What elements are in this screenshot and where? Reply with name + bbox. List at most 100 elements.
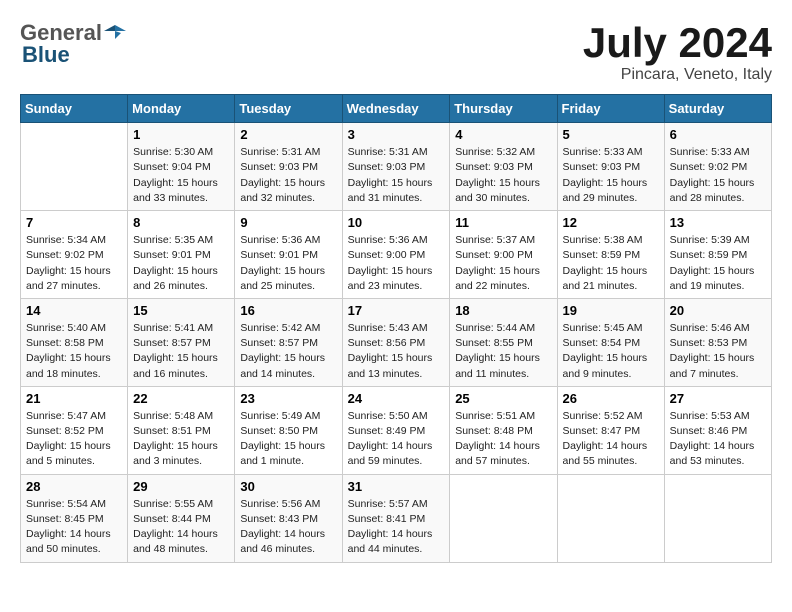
calendar-cell: 30 Sunrise: 5:56 AM Sunset: 8:43 PM Dayli… [235, 474, 342, 562]
cell-date-number: 5 [563, 127, 659, 142]
cell-sun-info: Sunrise: 5:57 AM Sunset: 8:41 PM Dayligh… [348, 497, 445, 558]
calendar-table: SundayMondayTuesdayWednesdayThursdayFrid… [20, 94, 772, 562]
calendar-cell: 3 Sunrise: 5:31 AM Sunset: 9:03 PM Daylig… [342, 123, 450, 211]
cell-date-number: 15 [133, 303, 229, 318]
cell-sun-info: Sunrise: 5:32 AM Sunset: 9:03 PM Dayligh… [455, 145, 551, 206]
cell-date-number: 28 [26, 479, 122, 494]
cell-date-number: 2 [240, 127, 336, 142]
calendar-cell: 8Sunrise: 5:35 AM Sunset: 9:01 PM Daylig… [128, 211, 235, 299]
cell-sun-info: Sunrise: 5:48 AM Sunset: 8:51 PM Dayligh… [133, 409, 229, 470]
cell-date-number: 20 [670, 303, 766, 318]
calendar-cell: 6Sunrise: 5:33 AM Sunset: 9:02 PM Daylig… [664, 123, 771, 211]
cell-sun-info: Sunrise: 5:31 AM Sunset: 9:03 PM Dayligh… [348, 145, 445, 206]
cell-date-number: 30 [240, 479, 336, 494]
cell-sun-info: Sunrise: 5:45 AM Sunset: 8:54 PM Dayligh… [563, 321, 659, 382]
calendar-cell: 9 Sunrise: 5:36 AM Sunset: 9:01 PM Daylig… [235, 211, 342, 299]
cell-date-number: 24 [348, 391, 445, 406]
month-title: July 2024 [583, 20, 772, 66]
cell-sun-info: Sunrise: 5:38 AM Sunset: 8:59 PM Dayligh… [563, 233, 659, 294]
calendar-cell: 13Sunrise: 5:39 AM Sunset: 8:59 PM Dayli… [664, 211, 771, 299]
calendar-cell [21, 123, 128, 211]
cell-date-number: 9 [240, 215, 336, 230]
cell-date-number: 7 [26, 215, 122, 230]
logo-blue-text: Blue [22, 42, 70, 68]
weekday-header-saturday: Saturday [664, 95, 771, 123]
calendar-cell: 14 Sunrise: 5:40 AM Sunset: 8:58 PM Dayli… [21, 298, 128, 386]
weekday-header-wednesday: Wednesday [342, 95, 450, 123]
calendar-cell: 27 Sunrise: 5:53 AM Sunset: 8:46 PM Dayli… [664, 386, 771, 474]
calendar-cell: 24Sunrise: 5:50 AM Sunset: 8:49 PM Dayli… [342, 386, 450, 474]
cell-date-number: 16 [240, 303, 336, 318]
calendar-cell: 28 Sunrise: 5:54 AM Sunset: 8:45 PM Dayli… [21, 474, 128, 562]
weekday-header-monday: Monday [128, 95, 235, 123]
week-row-3: 14 Sunrise: 5:40 AM Sunset: 8:58 PM Dayli… [21, 298, 772, 386]
cell-sun-info: Sunrise: 5:39 AM Sunset: 8:59 PM Dayligh… [670, 233, 766, 294]
cell-sun-info: Sunrise: 5:34 AM Sunset: 9:02 PM Dayligh… [26, 233, 122, 294]
cell-sun-info: Sunrise: 5:33 AM Sunset: 9:03 PM Dayligh… [563, 145, 659, 206]
calendar-cell [664, 474, 771, 562]
cell-sun-info: Sunrise: 5:36 AM Sunset: 9:01 PM Dayligh… [240, 233, 336, 294]
calendar-cell: 18Sunrise: 5:44 AM Sunset: 8:55 PM Dayli… [450, 298, 557, 386]
cell-sun-info: Sunrise: 5:37 AM Sunset: 9:00 PM Dayligh… [455, 233, 551, 294]
logo: General Blue [20, 20, 126, 68]
cell-sun-info: Sunrise: 5:40 AM Sunset: 8:58 PM Dayligh… [26, 321, 122, 382]
calendar-cell [450, 474, 557, 562]
weekday-header-thursday: Thursday [450, 95, 557, 123]
cell-date-number: 10 [348, 215, 445, 230]
cell-sun-info: Sunrise: 5:56 AM Sunset: 8:43 PM Dayligh… [240, 497, 336, 558]
logo-bird-icon [104, 21, 126, 43]
cell-sun-info: Sunrise: 5:46 AM Sunset: 8:53 PM Dayligh… [670, 321, 766, 382]
cell-sun-info: Sunrise: 5:42 AM Sunset: 8:57 PM Dayligh… [240, 321, 336, 382]
cell-date-number: 25 [455, 391, 551, 406]
calendar-cell: 22 Sunrise: 5:48 AM Sunset: 8:51 PM Dayli… [128, 386, 235, 474]
calendar-cell: 11 Sunrise: 5:37 AM Sunset: 9:00 PM Dayli… [450, 211, 557, 299]
cell-date-number: 11 [455, 215, 551, 230]
cell-date-number: 29 [133, 479, 229, 494]
week-row-1: 1 Sunrise: 5:30 AM Sunset: 9:04 PM Daylig… [21, 123, 772, 211]
cell-sun-info: Sunrise: 5:52 AM Sunset: 8:47 PM Dayligh… [563, 409, 659, 470]
calendar-cell: 1 Sunrise: 5:30 AM Sunset: 9:04 PM Daylig… [128, 123, 235, 211]
calendar-cell [557, 474, 664, 562]
calendar-cell: 31 Sunrise: 5:57 AM Sunset: 8:41 PM Dayli… [342, 474, 450, 562]
cell-sun-info: Sunrise: 5:47 AM Sunset: 8:52 PM Dayligh… [26, 409, 122, 470]
cell-sun-info: Sunrise: 5:33 AM Sunset: 9:02 PM Dayligh… [670, 145, 766, 206]
weekday-header-row: SundayMondayTuesdayWednesdayThursdayFrid… [21, 95, 772, 123]
cell-date-number: 17 [348, 303, 445, 318]
calendar-cell: 25 Sunrise: 5:51 AM Sunset: 8:48 PM Dayli… [450, 386, 557, 474]
calendar-cell: 4Sunrise: 5:32 AM Sunset: 9:03 PM Daylig… [450, 123, 557, 211]
cell-date-number: 19 [563, 303, 659, 318]
weekday-header-tuesday: Tuesday [235, 95, 342, 123]
cell-date-number: 31 [348, 479, 445, 494]
cell-sun-info: Sunrise: 5:44 AM Sunset: 8:55 PM Dayligh… [455, 321, 551, 382]
cell-date-number: 14 [26, 303, 122, 318]
location-subtitle: Pincara, Veneto, Italy [583, 66, 772, 84]
page-header: General Blue July 2024 Pincara, Veneto, … [20, 20, 772, 84]
calendar-cell: 10Sunrise: 5:36 AM Sunset: 9:00 PM Dayli… [342, 211, 450, 299]
cell-date-number: 12 [563, 215, 659, 230]
cell-sun-info: Sunrise: 5:53 AM Sunset: 8:46 PM Dayligh… [670, 409, 766, 470]
calendar-cell: 17Sunrise: 5:43 AM Sunset: 8:56 PM Dayli… [342, 298, 450, 386]
week-row-2: 7 Sunrise: 5:34 AM Sunset: 9:02 PM Daylig… [21, 211, 772, 299]
cell-sun-info: Sunrise: 5:55 AM Sunset: 8:44 PM Dayligh… [133, 497, 229, 558]
cell-date-number: 21 [26, 391, 122, 406]
calendar-cell: 12 Sunrise: 5:38 AM Sunset: 8:59 PM Dayli… [557, 211, 664, 299]
cell-sun-info: Sunrise: 5:51 AM Sunset: 8:48 PM Dayligh… [455, 409, 551, 470]
cell-sun-info: Sunrise: 5:54 AM Sunset: 8:45 PM Dayligh… [26, 497, 122, 558]
weekday-header-friday: Friday [557, 95, 664, 123]
title-block: July 2024 Pincara, Veneto, Italy [583, 20, 772, 84]
calendar-cell: 21 Sunrise: 5:47 AM Sunset: 8:52 PM Dayli… [21, 386, 128, 474]
calendar-cell: 29 Sunrise: 5:55 AM Sunset: 8:44 PM Dayli… [128, 474, 235, 562]
cell-sun-info: Sunrise: 5:41 AM Sunset: 8:57 PM Dayligh… [133, 321, 229, 382]
cell-sun-info: Sunrise: 5:35 AM Sunset: 9:01 PM Dayligh… [133, 233, 229, 294]
cell-date-number: 22 [133, 391, 229, 406]
cell-sun-info: Sunrise: 5:30 AM Sunset: 9:04 PM Dayligh… [133, 145, 229, 206]
weekday-header-sunday: Sunday [21, 95, 128, 123]
cell-sun-info: Sunrise: 5:31 AM Sunset: 9:03 PM Dayligh… [240, 145, 336, 206]
calendar-cell: 16 Sunrise: 5:42 AM Sunset: 8:57 PM Dayli… [235, 298, 342, 386]
cell-date-number: 27 [670, 391, 766, 406]
calendar-cell: 2 Sunrise: 5:31 AM Sunset: 9:03 PM Daylig… [235, 123, 342, 211]
cell-date-number: 3 [348, 127, 445, 142]
cell-sun-info: Sunrise: 5:49 AM Sunset: 8:50 PM Dayligh… [240, 409, 336, 470]
week-row-5: 28 Sunrise: 5:54 AM Sunset: 8:45 PM Dayli… [21, 474, 772, 562]
cell-date-number: 1 [133, 127, 229, 142]
